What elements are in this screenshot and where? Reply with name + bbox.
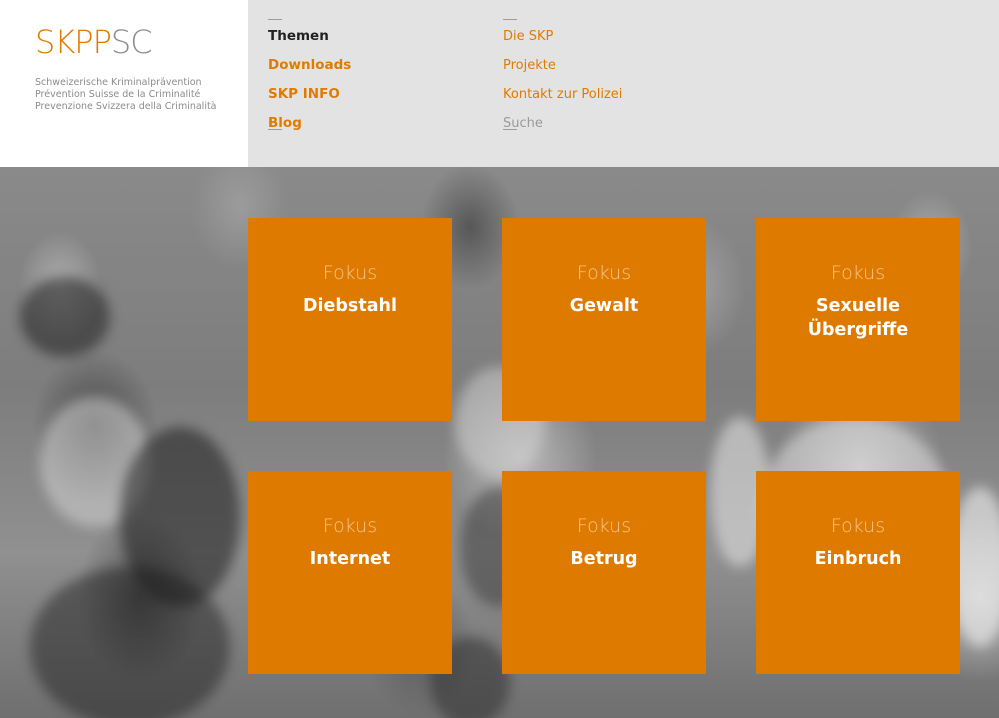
- logo-mark-gray: SC: [110, 23, 153, 61]
- nav-divider: [268, 19, 282, 20]
- crowd-figure: [30, 567, 230, 718]
- hero-crowd-background: Fokus Diebstahl Fokus Gewalt Fokus Sexue…: [0, 167, 999, 718]
- tile-kicker: Fokus: [322, 262, 378, 284]
- focus-tile-einbruch[interactable]: Fokus Einbruch: [756, 471, 960, 674]
- tagline-it: Prevenzione Svizzera della Criminalità: [35, 101, 217, 112]
- nav-item-suche[interactable]: Suche: [503, 109, 622, 138]
- main-navigation: Themen Downloads SKP INFO Blog Die SKP P…: [248, 0, 999, 167]
- tagline-fr: Prévention Suisse de la Criminalité: [35, 89, 201, 100]
- focus-tile-internet[interactable]: Fokus Internet: [248, 471, 452, 674]
- tile-title: Internet: [309, 549, 391, 569]
- focus-tile-diebstahl[interactable]: Fokus Diebstahl: [248, 218, 452, 421]
- nav-item-kontakt-polizei[interactable]: Kontakt zur Polizei: [503, 80, 622, 109]
- nav-item-themen[interactable]: Themen: [268, 22, 351, 51]
- nav-item-blog[interactable]: Blog: [268, 109, 351, 138]
- tile-title: Sexuelle Übergriffe: [807, 296, 909, 340]
- tile-kicker: Fokus: [576, 262, 632, 284]
- nav-item-downloads[interactable]: Downloads: [268, 51, 351, 80]
- nav-item-skp-info[interactable]: SKP INFO: [268, 80, 351, 109]
- site-logo[interactable]: SKPPSC: [35, 23, 153, 61]
- focus-tile-sexuelle-uebergriffe[interactable]: Fokus Sexuelle Übergriffe: [756, 218, 960, 421]
- tile-title: Gewalt: [569, 296, 639, 316]
- primary-nav: Themen Downloads SKP INFO Blog: [268, 19, 351, 131]
- tile-kicker: Fokus: [830, 515, 886, 537]
- tile-kicker: Fokus: [830, 262, 886, 284]
- tile-title: Diebstahl: [303, 296, 397, 316]
- focus-tile-betrug[interactable]: Fokus Betrug: [502, 471, 706, 674]
- logo-tagline: Schweizerische Kriminalprävention Préven…: [35, 77, 217, 113]
- nav-item-projekte[interactable]: Projekte: [503, 51, 622, 80]
- secondary-nav: Die SKP Projekte Kontakt zur Polizei Suc…: [503, 19, 622, 131]
- tile-kicker: Fokus: [576, 515, 632, 537]
- site-header: SKPPSC Schweizerische Kriminalprävention…: [0, 0, 999, 167]
- logo-mark-orange: SKPP: [35, 23, 112, 61]
- focus-tile-gewalt[interactable]: Fokus Gewalt: [502, 218, 706, 421]
- tile-title: Einbruch: [814, 549, 902, 569]
- tile-kicker: Fokus: [322, 515, 378, 537]
- crowd-figure: [20, 277, 110, 357]
- nav-divider: [503, 19, 517, 20]
- nav-item-die-skp[interactable]: Die SKP: [503, 22, 622, 51]
- tagline-de: Schweizerische Kriminalprävention: [35, 77, 202, 88]
- logo-area: SKPPSC Schweizerische Kriminalprävention…: [0, 0, 248, 167]
- tile-title: Betrug: [570, 549, 638, 569]
